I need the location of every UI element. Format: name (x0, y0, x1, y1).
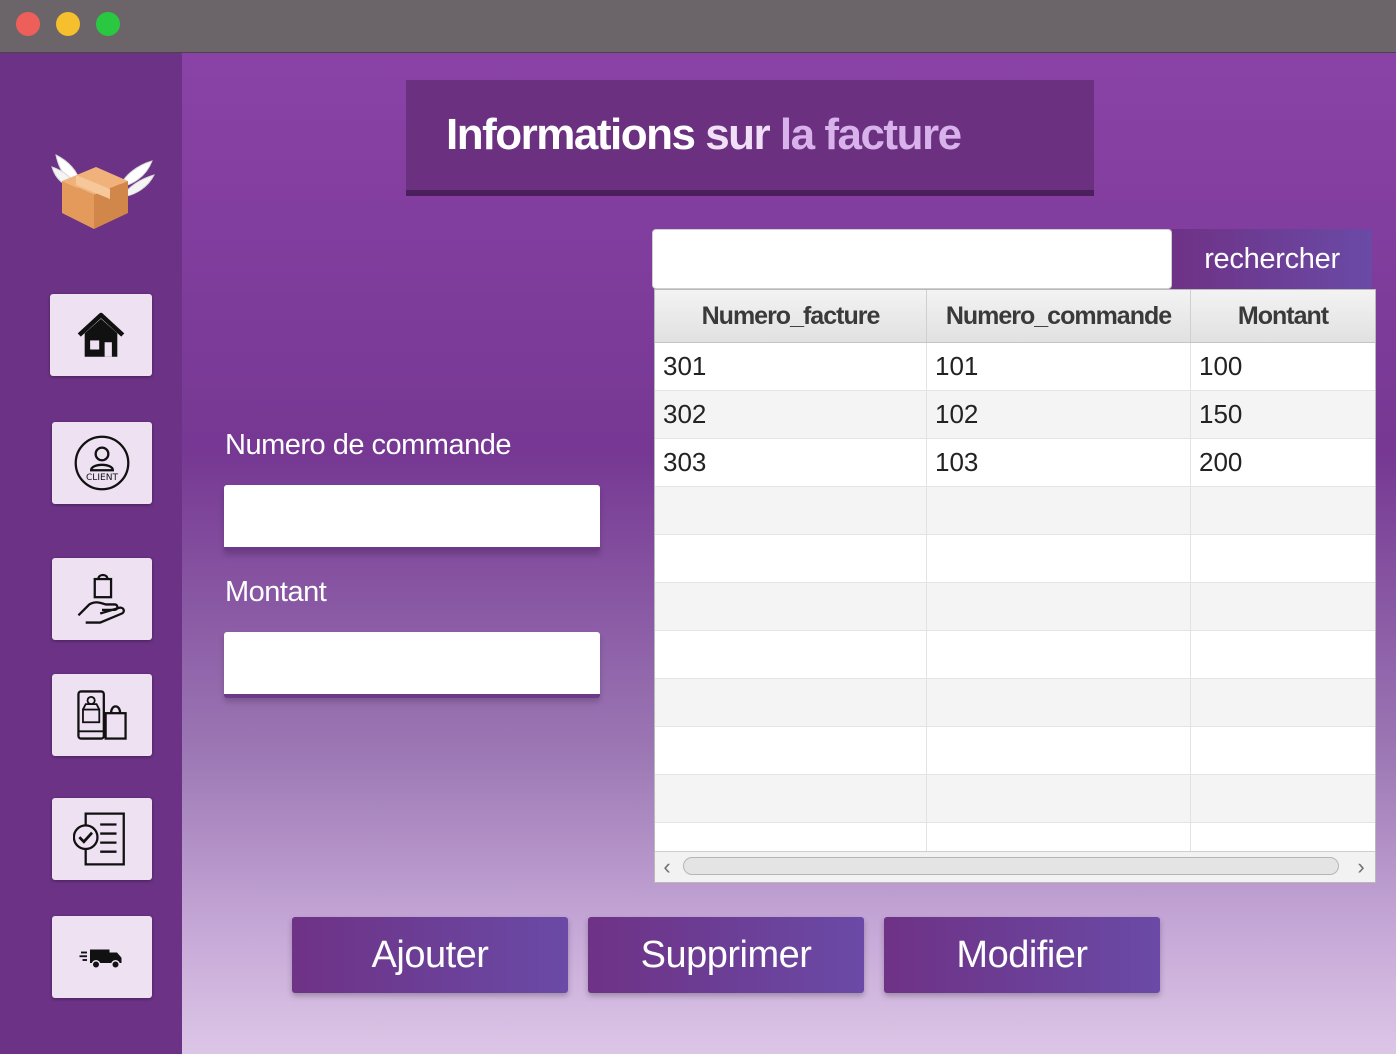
empty-table-row (655, 535, 1375, 583)
hand-bag-icon (77, 573, 125, 624)
empty-cell (655, 535, 927, 582)
table-cell: 302 (655, 391, 927, 438)
checklist-invoice-icon (73, 812, 125, 866)
add-button[interactable]: Ajouter (292, 917, 568, 993)
column-header-order-number[interactable]: Numero_commande (927, 290, 1191, 342)
empty-cell (655, 775, 927, 822)
order-number-label: Numero de commande (225, 429, 511, 461)
sidebar-item-orders[interactable] (52, 558, 152, 640)
empty-cell (927, 535, 1191, 582)
table-cell: 103 (927, 439, 1191, 486)
empty-cell (655, 727, 927, 774)
minimize-window-button[interactable] (56, 12, 80, 36)
delivery-truck-icon (79, 949, 122, 969)
title-word-3: la facture (779, 110, 962, 159)
title-bar (0, 0, 1396, 53)
empty-table-row (655, 727, 1375, 775)
amount-field[interactable] (224, 632, 600, 698)
search-input[interactable] (652, 229, 1172, 289)
table-cell: 100 (1199, 351, 1243, 381)
flying-box-logo-icon (48, 141, 158, 237)
empty-cell (927, 727, 1191, 774)
empty-cell (655, 679, 927, 726)
empty-table-row (655, 679, 1375, 727)
table-row[interactable]: 302 102 150 (655, 391, 1375, 439)
sidebar-item-client[interactable]: CLIENT (52, 422, 152, 504)
invoice-table[interactable]: Numero_facture Numero_commande Montant 3… (654, 289, 1376, 883)
column-header-invoice-number[interactable]: Numero_facture (655, 290, 927, 342)
edit-button[interactable]: Modifier (884, 917, 1160, 993)
table-row[interactable]: 303 103 200 (655, 439, 1375, 487)
scroll-left-icon[interactable]: ‹ (655, 854, 679, 880)
table-cell: 150 (1199, 399, 1243, 429)
sidebar-item-delivery[interactable] (52, 916, 152, 998)
empty-cell (655, 487, 927, 534)
empty-cell (655, 631, 927, 678)
zoom-window-button[interactable] (96, 12, 120, 36)
empty-table-row (655, 487, 1375, 535)
scrollbar-thumb[interactable] (683, 857, 1339, 875)
title-word-2: sur (705, 110, 770, 159)
empty-cell (927, 775, 1191, 822)
empty-cell (927, 631, 1191, 678)
empty-cell (927, 487, 1191, 534)
main-content: CLIENT Informations sur la facture Numer… (0, 53, 1396, 1054)
delete-button[interactable]: Supprimer (588, 917, 864, 993)
empty-table-row (655, 583, 1375, 631)
empty-cell (655, 583, 927, 630)
order-number-field[interactable] (224, 485, 600, 551)
amount-label: Montant (225, 576, 327, 608)
table-row[interactable]: 301 101 100 (655, 343, 1375, 391)
search-button[interactable]: rechercher (1172, 229, 1372, 289)
table-cell: 301 (655, 343, 927, 390)
close-window-button[interactable] (16, 12, 40, 36)
page-title: Informations sur la facture (446, 110, 962, 160)
table-cell: 102 (927, 391, 1191, 438)
title-word-1: Informations (446, 110, 696, 159)
table-header: Numero_facture Numero_commande Montant (655, 290, 1375, 343)
client-icon: CLIENT (74, 435, 130, 491)
title-panel: Informations sur la facture (406, 80, 1094, 196)
empty-table-row (655, 631, 1375, 679)
home-icon (77, 312, 125, 357)
sidebar-item-home[interactable] (50, 294, 152, 376)
table-cell: 200 (1199, 447, 1243, 477)
client-icon-text: CLIENT (86, 473, 119, 483)
scroll-right-icon[interactable]: › (1349, 854, 1373, 880)
shop-phone-icon (77, 690, 127, 740)
sidebar-item-invoices[interactable] (52, 798, 152, 880)
horizontal-scrollbar[interactable]: ‹ › (655, 851, 1375, 882)
table-cell: 101 (927, 343, 1191, 390)
sidebar: CLIENT (0, 53, 182, 1054)
table-cell: 303 (655, 439, 927, 486)
empty-table-row (655, 775, 1375, 823)
sidebar-item-shop[interactable] (52, 674, 152, 756)
column-header-amount[interactable]: Montant (1191, 290, 1375, 342)
empty-cell (927, 679, 1191, 726)
empty-cell (927, 583, 1191, 630)
app-window: CLIENT Informations sur la facture Numer… (0, 0, 1396, 1054)
